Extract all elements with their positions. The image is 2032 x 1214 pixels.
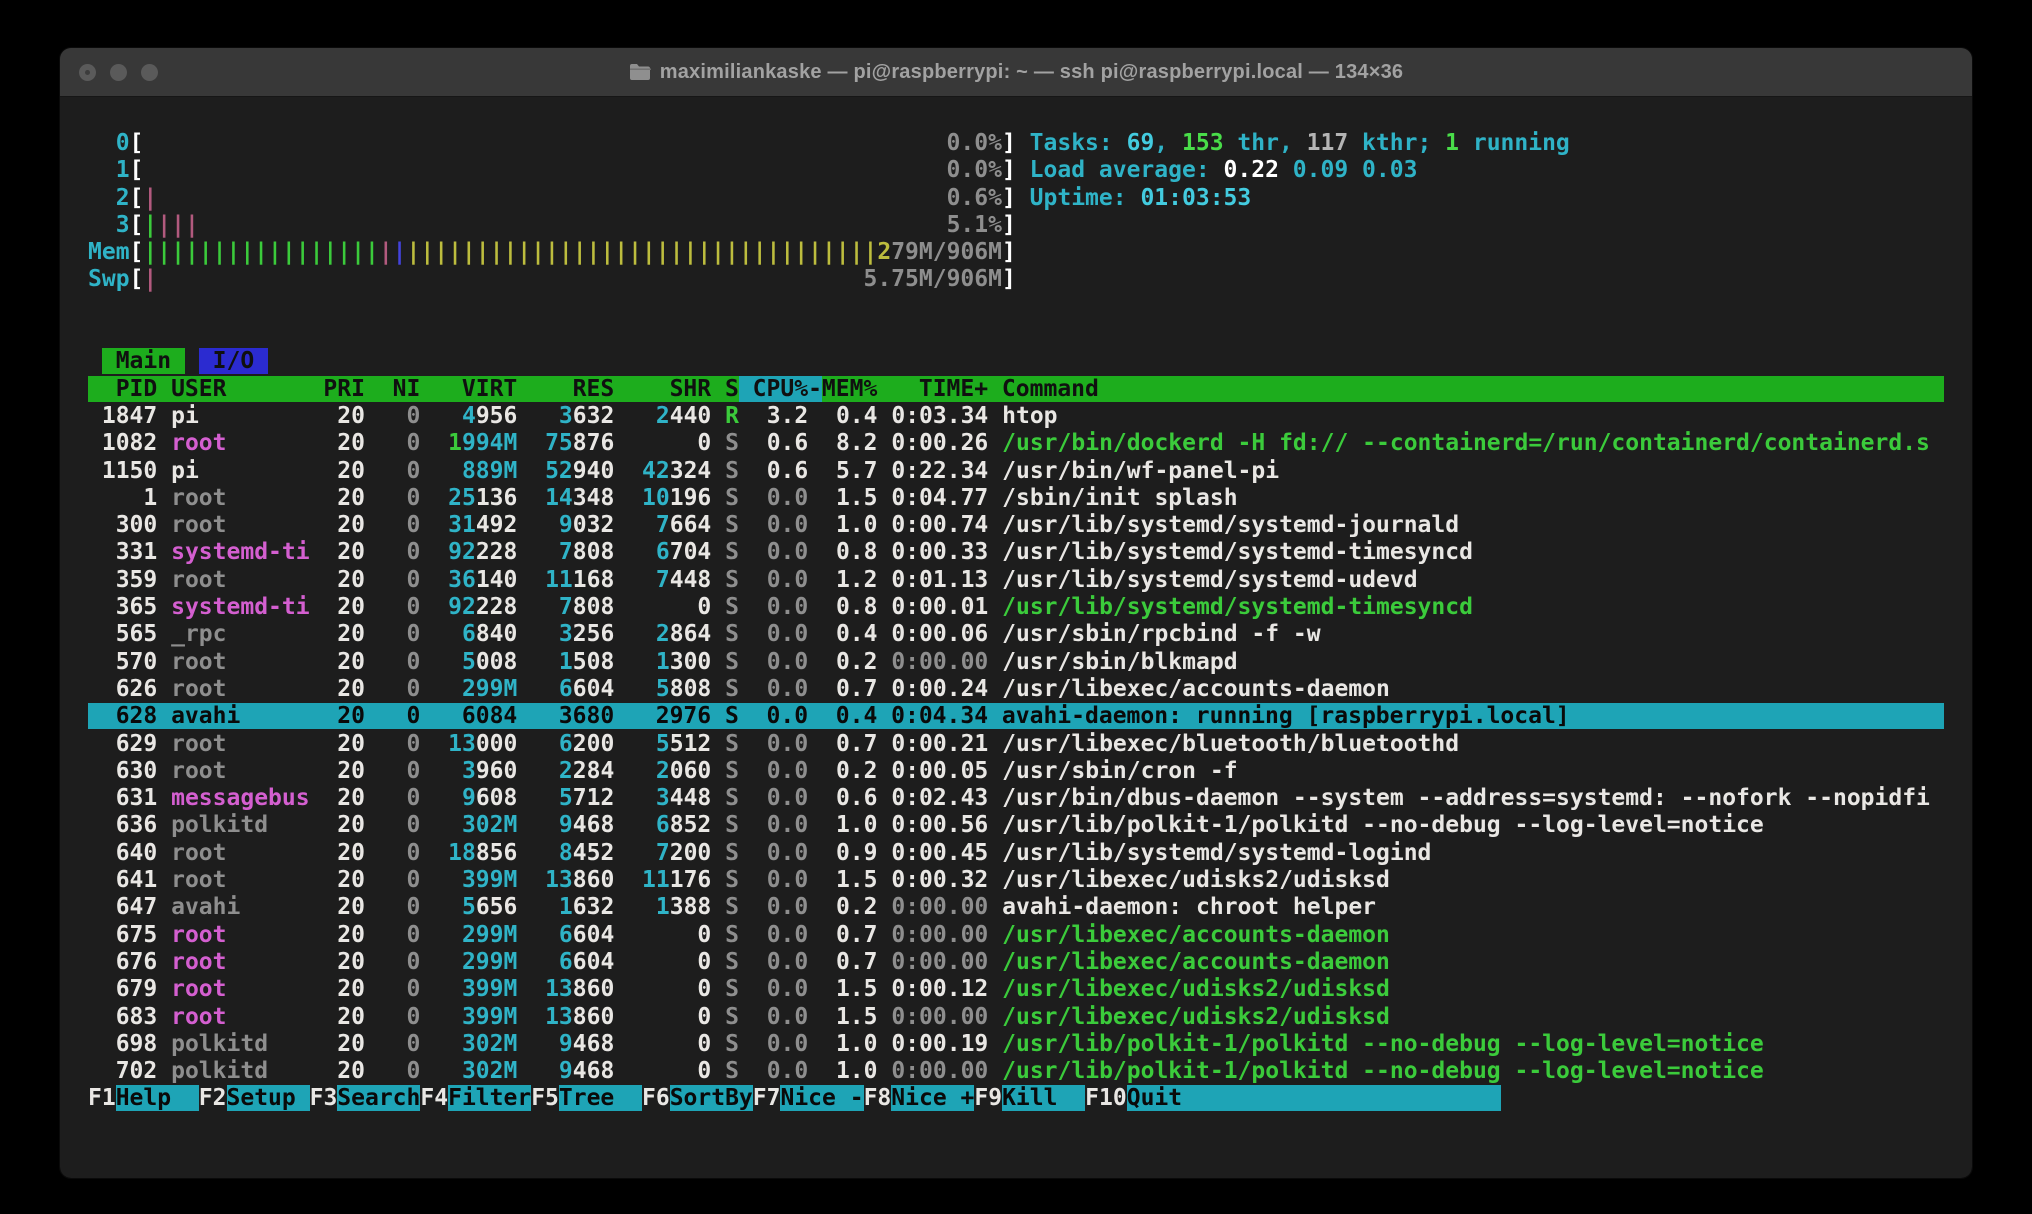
window-title-text: maximiliankaske — pi@raspberrypi: ~ — ss… — [660, 61, 1404, 84]
fkey-label-f5: F5 — [531, 1085, 559, 1111]
process-row-570[interactable]: 570 root 20 0 5008 1508 1300 S 0.0 0.2 0… — [88, 649, 1944, 676]
fkey-f3-search[interactable]: Search — [337, 1085, 420, 1111]
process-row-702[interactable]: 702 polkitd 20 0 302M 9468 0 S 0.0 1.0 0… — [88, 1058, 1944, 1085]
folder-icon — [629, 63, 651, 81]
fkey-f7-nice-[interactable]: Nice - — [780, 1085, 863, 1111]
fkey-label-f4: F4 — [420, 1085, 448, 1111]
process-row-676[interactable]: 676 root 20 0 299M 6604 0 S 0.0 0.7 0:00… — [88, 949, 1944, 976]
table-header-row[interactable]: PID USER PRI NI VIRT RES SHR S CPU%-MEM%… — [88, 376, 1944, 403]
process-row-1150[interactable]: 1150 pi 20 0 889M 52940 42324 S 0.6 5.7 … — [88, 458, 1944, 485]
process-row-1082[interactable]: 1082 root 20 0 1994M 75876 0 S 0.6 8.2 0… — [88, 430, 1944, 457]
blank-row — [88, 321, 1944, 348]
process-row-631[interactable]: 631 messagebus 20 0 9608 5712 3448 S 0.0… — [88, 785, 1944, 812]
tab-io[interactable]: I/O — [199, 348, 268, 374]
window-title: maximiliankaske — pi@raspberrypi: ~ — ss… — [629, 61, 1404, 84]
process-row-565[interactable]: 565 _rpc 20 0 6840 3256 2864 S 0.0 0.4 0… — [88, 621, 1944, 648]
minimize-button[interactable] — [110, 64, 127, 81]
memory-meter: Mem[||||||||||||||||||||||||||||||||||||… — [88, 239, 1944, 266]
cpu-meter-0: 0[ 0.0%] Tasks: 69, 153 thr, 117 kthr; 1… — [88, 130, 1944, 157]
fkey-label-f2: F2 — [199, 1085, 227, 1111]
cpu-meter-3: 3[|||| 5.1%] — [88, 212, 1944, 239]
process-row-626[interactable]: 626 root 20 0 299M 6604 5808 S 0.0 0.7 0… — [88, 676, 1944, 703]
fkey-bar-filler — [1210, 1085, 1501, 1111]
fkey-f4-filter[interactable]: Filter — [448, 1085, 531, 1111]
process-row-640[interactable]: 640 root 20 0 18856 8452 7200 S 0.0 0.9 … — [88, 840, 1944, 867]
htop-screen[interactable]: 0[ 0.0%] Tasks: 69, 153 thr, 117 kthr; 1… — [88, 130, 1944, 1113]
fkey-f5-tree[interactable]: Tree — [559, 1085, 642, 1111]
process-row-675[interactable]: 675 root 20 0 299M 6604 0 S 0.0 0.7 0:00… — [88, 922, 1944, 949]
fkey-f9-kill[interactable]: Kill — [1002, 1085, 1085, 1111]
cpu-meter-1: 1[ 0.0%] Load average: 0.22 0.09 0.03 — [88, 157, 1944, 184]
fkey-label-f6: F6 — [642, 1085, 670, 1111]
process-row-1[interactable]: 1 root 20 0 25136 14348 10196 S 0.0 1.5 … — [88, 485, 1944, 512]
fkey-f2-setup[interactable]: Setup — [227, 1085, 310, 1111]
zoom-button[interactable] — [141, 64, 158, 81]
screen-tabs: Main I/O — [88, 348, 1944, 375]
process-row-359[interactable]: 359 root 20 0 36140 11168 7448 S 0.0 1.2… — [88, 567, 1944, 594]
fkey-f8-nice+[interactable]: Nice + — [891, 1085, 974, 1111]
terminal-window: maximiliankaske — pi@raspberrypi: ~ — ss… — [60, 48, 1972, 1178]
window-controls — [79, 48, 158, 96]
title-bar[interactable]: maximiliankaske — pi@raspberrypi: ~ — ss… — [60, 48, 1972, 97]
table-header-columns[interactable]: MEM% TIME+ Command — [822, 376, 1944, 402]
process-row-698[interactable]: 698 polkitd 20 0 302M 9468 0 S 0.0 1.0 0… — [88, 1031, 1944, 1058]
process-row-683[interactable]: 683 root 20 0 399M 13860 0 S 0.0 1.5 0:0… — [88, 1004, 1944, 1031]
fkey-label-f7: F7 — [753, 1085, 781, 1111]
process-row-300[interactable]: 300 root 20 0 31492 9032 7664 S 0.0 1.0 … — [88, 512, 1944, 539]
fkey-label-f10: F10 — [1085, 1085, 1127, 1111]
process-row-628-selected[interactable]: 628 avahi 20 0 6084 3680 2976 S 0.0 0.4 … — [88, 703, 1944, 730]
sort-column-cpu[interactable]: CPU%- — [739, 376, 822, 402]
table-header-columns[interactable]: PID USER PRI NI VIRT RES SHR S — [88, 376, 739, 402]
fkey-label-f3: F3 — [310, 1085, 338, 1111]
fkey-f10-quit[interactable]: Quit — [1127, 1085, 1210, 1111]
fkey-f6-sortby[interactable]: SortBy — [670, 1085, 753, 1111]
process-row-629[interactable]: 629 root 20 0 13000 6200 5512 S 0.0 0.7 … — [88, 731, 1944, 758]
close-button[interactable] — [79, 64, 96, 81]
process-row-331[interactable]: 331 systemd-ti 20 0 92228 7808 6704 S 0.… — [88, 539, 1944, 566]
fkey-label-f1: F1 — [88, 1085, 116, 1111]
fkey-label-f9: F9 — [974, 1085, 1002, 1111]
process-row-1847[interactable]: 1847 pi 20 0 4956 3632 2440 R 3.2 0.4 0:… — [88, 403, 1944, 430]
tab-main[interactable]: Main — [102, 348, 185, 374]
process-row-636[interactable]: 636 polkitd 20 0 302M 9468 6852 S 0.0 1.… — [88, 812, 1944, 839]
blank-row — [88, 294, 1944, 321]
function-key-bar[interactable]: F1Help F2Setup F3SearchF4FilterF5Tree F6… — [88, 1085, 1944, 1112]
process-row-647[interactable]: 647 avahi 20 0 5656 1632 1388 S 0.0 0.2 … — [88, 894, 1944, 921]
process-row-641[interactable]: 641 root 20 0 399M 13860 11176 S 0.0 1.5… — [88, 867, 1944, 894]
fkey-label-f8: F8 — [864, 1085, 892, 1111]
cpu-meter-2: 2[| 0.6%] Uptime: 01:03:53 — [88, 185, 1944, 212]
process-row-630[interactable]: 630 root 20 0 3960 2284 2060 S 0.0 0.2 0… — [88, 758, 1944, 785]
process-row-679[interactable]: 679 root 20 0 399M 13860 0 S 0.0 1.5 0:0… — [88, 976, 1944, 1003]
process-row-365[interactable]: 365 systemd-ti 20 0 92228 7808 0 S 0.0 0… — [88, 594, 1944, 621]
fkey-f1-help[interactable]: Help — [116, 1085, 199, 1111]
swap-meter: Swp[| 5.75M/906M] — [88, 266, 1944, 293]
